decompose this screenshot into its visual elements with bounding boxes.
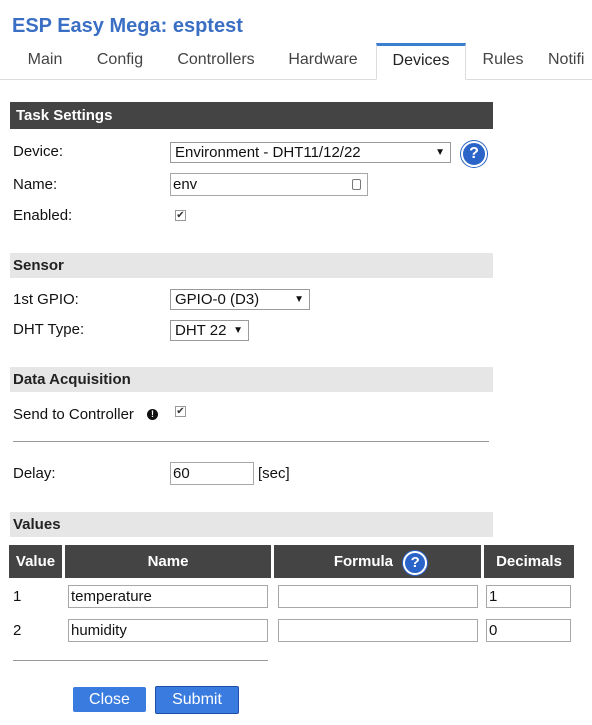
help-icon[interactable]: ? <box>461 141 487 167</box>
name-input[interactable]: env <box>170 173 368 196</box>
device-select[interactable]: Environment - DHT11/12/22 ▼ <box>170 142 451 163</box>
tab-devices[interactable]: Devices <box>376 43 466 80</box>
chevron-down-icon: ▼ <box>233 325 243 336</box>
task-settings-header: Task Settings <box>10 102 493 129</box>
enabled-label: Enabled: <box>13 207 73 224</box>
row-1-index: 1 <box>13 588 22 605</box>
send-to-controller-label: Send to Controller <box>13 406 134 423</box>
sensor-header: Sensor <box>10 253 493 278</box>
formula-header-label: Formula <box>333 553 393 570</box>
divider <box>13 660 268 661</box>
tab-hardware[interactable]: Hardware <box>276 43 370 79</box>
send-to-controller-checkbox[interactable]: ✔ <box>175 406 186 417</box>
dht-type-select[interactable]: DHT 22 ▼ <box>170 320 249 341</box>
info-icon[interactable]: ! <box>147 409 158 420</box>
column-header-formula: Formula ? <box>274 545 481 578</box>
row-2-formula-input[interactable] <box>278 619 478 642</box>
tab-main[interactable]: Main <box>12 43 78 79</box>
delay-unit: [sec] <box>258 465 290 482</box>
name-input-value: env <box>173 176 198 193</box>
close-button[interactable]: Close <box>73 687 146 712</box>
tab-config[interactable]: Config <box>84 43 156 79</box>
row-1-decimals-input[interactable]: 1 <box>486 585 571 608</box>
row-2-index: 2 <box>13 622 22 639</box>
dht-type-value: DHT 22 <box>175 322 227 339</box>
chevron-down-icon: ▼ <box>294 294 304 305</box>
tab-controllers[interactable]: Controllers <box>164 43 268 79</box>
tab-bar: Main Config Controllers Hardware Devices… <box>0 43 592 80</box>
gpio-select-value: GPIO-0 (D3) <box>175 291 260 308</box>
tab-rules[interactable]: Rules <box>470 43 536 79</box>
dht-type-label: DHT Type: <box>13 321 85 338</box>
column-header-name: Name <box>65 545 271 578</box>
row-1-name-input[interactable]: temperature <box>68 585 268 608</box>
values-header: Values <box>10 512 493 537</box>
column-header-value: Value <box>9 545 62 578</box>
device-select-value: Environment - DHT11/12/22 <box>175 144 361 161</box>
name-label: Name: <box>13 176 58 193</box>
delay-input[interactable]: 60 <box>170 462 254 485</box>
row-2-name-input[interactable]: humidity <box>68 619 268 642</box>
gpio-label: 1st GPIO: <box>13 291 79 308</box>
submit-button[interactable]: Submit <box>155 686 239 714</box>
enabled-checkbox[interactable]: ✔ <box>175 210 186 221</box>
delay-label: Delay: <box>13 465 56 482</box>
help-icon[interactable]: ? <box>403 551 428 575</box>
row-1-formula-input[interactable] <box>278 585 478 608</box>
page-title: ESP Easy Mega: esptest <box>12 15 243 37</box>
data-acquisition-header: Data Acquisition <box>10 367 493 392</box>
gpio-select[interactable]: GPIO-0 (D3) ▼ <box>170 289 310 310</box>
row-2-decimals-input[interactable]: 0 <box>486 619 571 642</box>
device-label: Device: <box>13 143 64 160</box>
tab-notifications[interactable]: Notifi <box>548 43 592 79</box>
column-header-decimals: Decimals <box>484 545 574 578</box>
chevron-down-icon: ▼ <box>435 147 445 158</box>
divider <box>13 441 489 442</box>
password-manager-icon <box>352 179 361 190</box>
